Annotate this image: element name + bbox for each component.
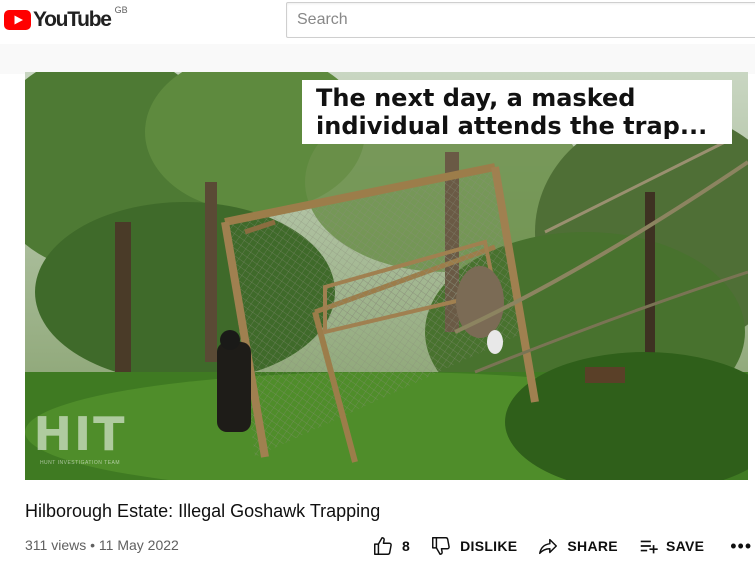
search-box[interactable]	[286, 2, 755, 38]
video-title: Hilborough Estate: Illegal Goshawk Trapp…	[25, 501, 381, 521]
caption-line-1: The next day, a masked	[316, 84, 636, 112]
youtube-logo[interactable]: YouTube GB	[4, 5, 128, 33]
top-bar: YouTube GB	[0, 0, 755, 44]
youtube-logo-icon	[4, 10, 31, 30]
save-label: SAVE	[665, 538, 705, 554]
thumbs-up-icon	[374, 537, 392, 555]
region-code: GB	[114, 5, 128, 15]
save-button[interactable]: SAVE	[638, 535, 704, 557]
logo-text: YouTube	[33, 8, 112, 31]
page-background	[0, 44, 755, 74]
view-count: 311 views	[25, 537, 87, 553]
like-button[interactable]: 8	[372, 535, 410, 557]
upload-date: 11 May 2022	[98, 537, 179, 553]
hit-watermark-subtitle: HUNT INVESTIGATION TEAM	[39, 460, 121, 466]
video-caption-overlay: The next day, a masked individual attend…	[302, 80, 732, 144]
dislike-button[interactable]: DISLIKE	[430, 535, 517, 557]
more-icon[interactable]: •••	[730, 536, 752, 557]
meta-separator: •	[90, 537, 96, 553]
action-bar: 8 DISLIKE SHARE SAVE •••	[372, 534, 752, 558]
share-label: SHARE	[567, 538, 618, 554]
video-meta: 311 views • 11 May 2022	[25, 537, 179, 553]
share-arrow-icon	[539, 538, 558, 555]
caption-line-2: individual attends the trap...	[316, 112, 708, 140]
playlist-add-icon	[640, 540, 658, 554]
search-input[interactable]	[287, 3, 747, 37]
video-player[interactable]: The next day, a masked individual attend…	[25, 72, 748, 480]
dislike-label: DISLIKE	[460, 538, 518, 554]
share-button[interactable]: SHARE	[537, 535, 618, 557]
thumbs-down-icon	[432, 537, 450, 555]
like-count: 8	[402, 538, 411, 554]
